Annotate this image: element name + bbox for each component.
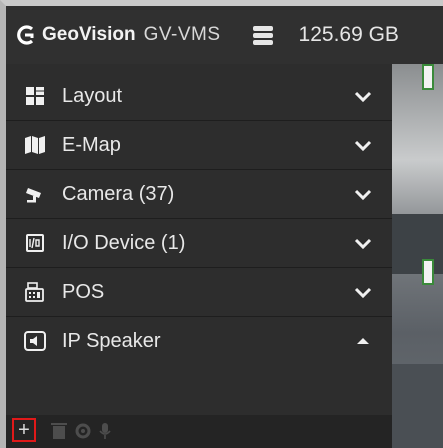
ip-speaker-icon (23, 329, 47, 353)
live-view-edge (392, 64, 443, 448)
io-device-icon (23, 231, 47, 255)
menu-item-layout[interactable]: Layout (6, 72, 392, 120)
gear-icon[interactable] (74, 422, 92, 440)
menu-label-camera: Camera (37) (62, 182, 175, 205)
menu-label-io-device: I/O Device (1) (62, 231, 186, 254)
map-icon (23, 133, 47, 157)
storage-database-icon (251, 23, 275, 47)
menu-label-ip-speaker: IP Speaker (62, 329, 161, 352)
chevron-down-icon[interactable] (352, 85, 374, 107)
product-name: GV-VMS (143, 24, 221, 45)
menu-item-ip-speaker[interactable]: IP Speaker (6, 317, 392, 365)
layout-grid-icon (23, 84, 47, 108)
speaker-toolbar: + (6, 415, 392, 448)
chevron-down-icon[interactable] (352, 183, 374, 205)
preview-shadow (392, 214, 443, 274)
brand: GeoVision GV-VMS (14, 24, 221, 46)
chevron-down-icon[interactable] (352, 281, 374, 303)
menu-item-camera[interactable]: Camera (37) (6, 170, 392, 218)
add-icon: + (18, 418, 30, 441)
menu-item-emap[interactable]: E-Map (6, 121, 392, 169)
menu-label-emap: E-Map (62, 133, 121, 156)
trash-icon[interactable] (51, 422, 69, 440)
pos-register-icon (23, 280, 47, 304)
preview-frame (422, 64, 434, 90)
preview-shadow (392, 364, 443, 448)
microphone-icon[interactable] (98, 422, 116, 440)
preview-frame (422, 259, 434, 285)
camera-icon (23, 182, 47, 206)
chevron-down-icon[interactable] (352, 134, 374, 156)
storage-capacity: 125.69 GB (298, 23, 399, 46)
menu-label-pos: POS (62, 280, 105, 303)
header-bar: GeoVision GV-VMS 125.69 GB (6, 6, 443, 64)
geovision-logo-icon (14, 24, 36, 46)
device-sidebar: Layout E-Map Camera (37) I/O Device (1) … (6, 64, 392, 448)
brand-name: GeoVision (42, 24, 136, 45)
menu-item-pos[interactable]: POS (6, 268, 392, 316)
chevron-up-icon[interactable] (352, 330, 374, 352)
add-button[interactable]: + (12, 418, 36, 442)
menu-label-layout: Layout (62, 84, 123, 107)
menu-item-io-device[interactable]: I/O Device (1) (6, 219, 392, 267)
chevron-down-icon[interactable] (352, 232, 374, 254)
